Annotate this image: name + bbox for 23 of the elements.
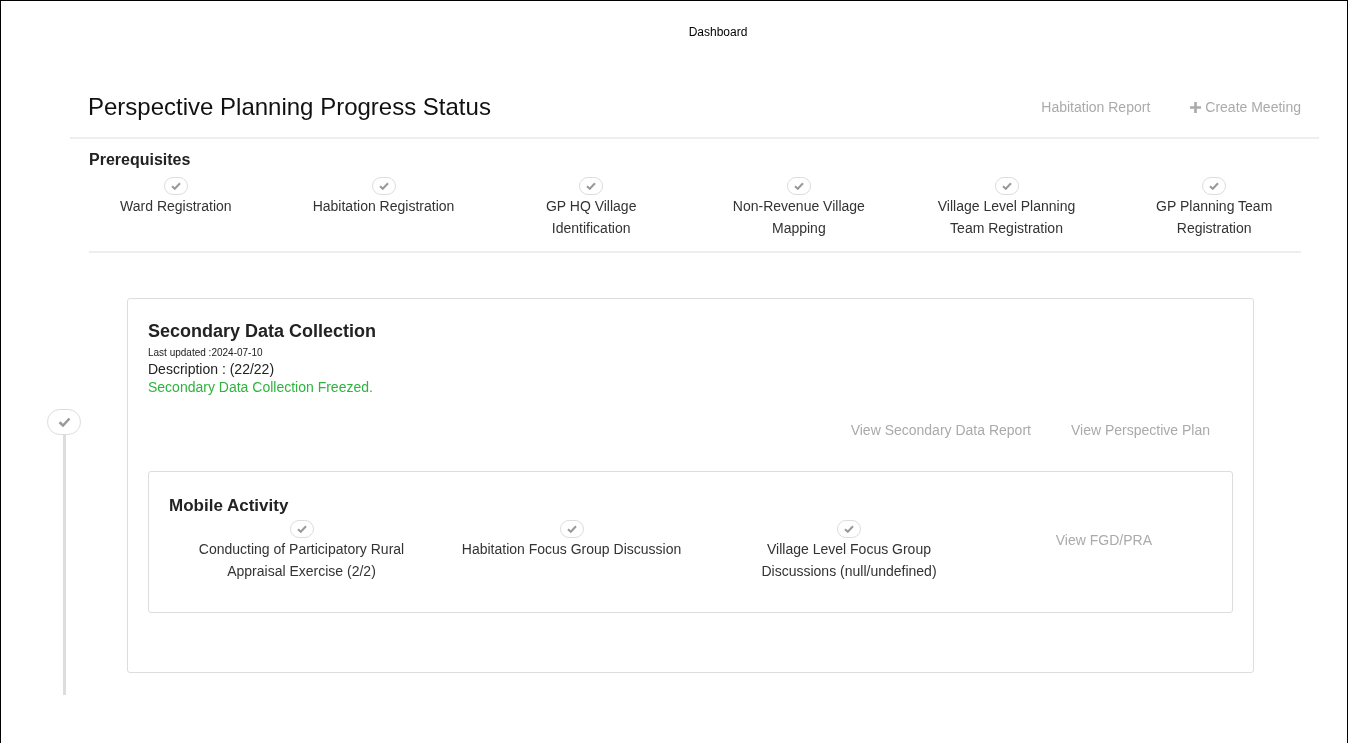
stage-title: Secondary Data Collection <box>148 321 377 341</box>
step-label: Village Level Planning Team Registration <box>936 197 1077 238</box>
create-meeting-link[interactable]: Create Meeting <box>1190 99 1301 115</box>
status-message: Secondary Data Collection Freezed. <box>148 379 373 395</box>
step-label: Non-Revenue Village Mapping <box>731 197 866 238</box>
description: Description : (22/22) <box>148 361 275 377</box>
report-link[interactable]: Habitation Report <box>1041 99 1151 115</box>
page-title: Dashboard <box>688 25 748 39</box>
activity-title: Mobile Activity <box>169 496 289 515</box>
step-label: Habitation Registration <box>312 197 455 216</box>
step-label: GP HQ Village Identification <box>544 197 638 238</box>
plus-icon <box>1190 101 1202 113</box>
section-title: Prerequisites <box>89 151 191 169</box>
step-label: Ward Registration <box>120 197 232 216</box>
step-label: Conducting of Participatory Rural Appraisal Exercise (2/2) <box>197 540 406 581</box>
step-label: Village Level Focus Group Discussions (null/undefined) <box>760 540 938 581</box>
report-link[interactable]: View Perspective Plan <box>1070 422 1210 438</box>
report-link[interactable]: View Secondary Data Report <box>850 422 1031 438</box>
last-updated: Last updated :2024-07-10 <box>148 347 263 358</box>
fgd-link[interactable]: View FGD/PRA <box>1055 532 1152 548</box>
step-label: Habitation Focus Group Discussion <box>461 540 682 559</box>
step-label: GP Planning Team Registration <box>1155 197 1274 238</box>
page-heading: Perspective Planning Progress Status <box>88 93 492 121</box>
